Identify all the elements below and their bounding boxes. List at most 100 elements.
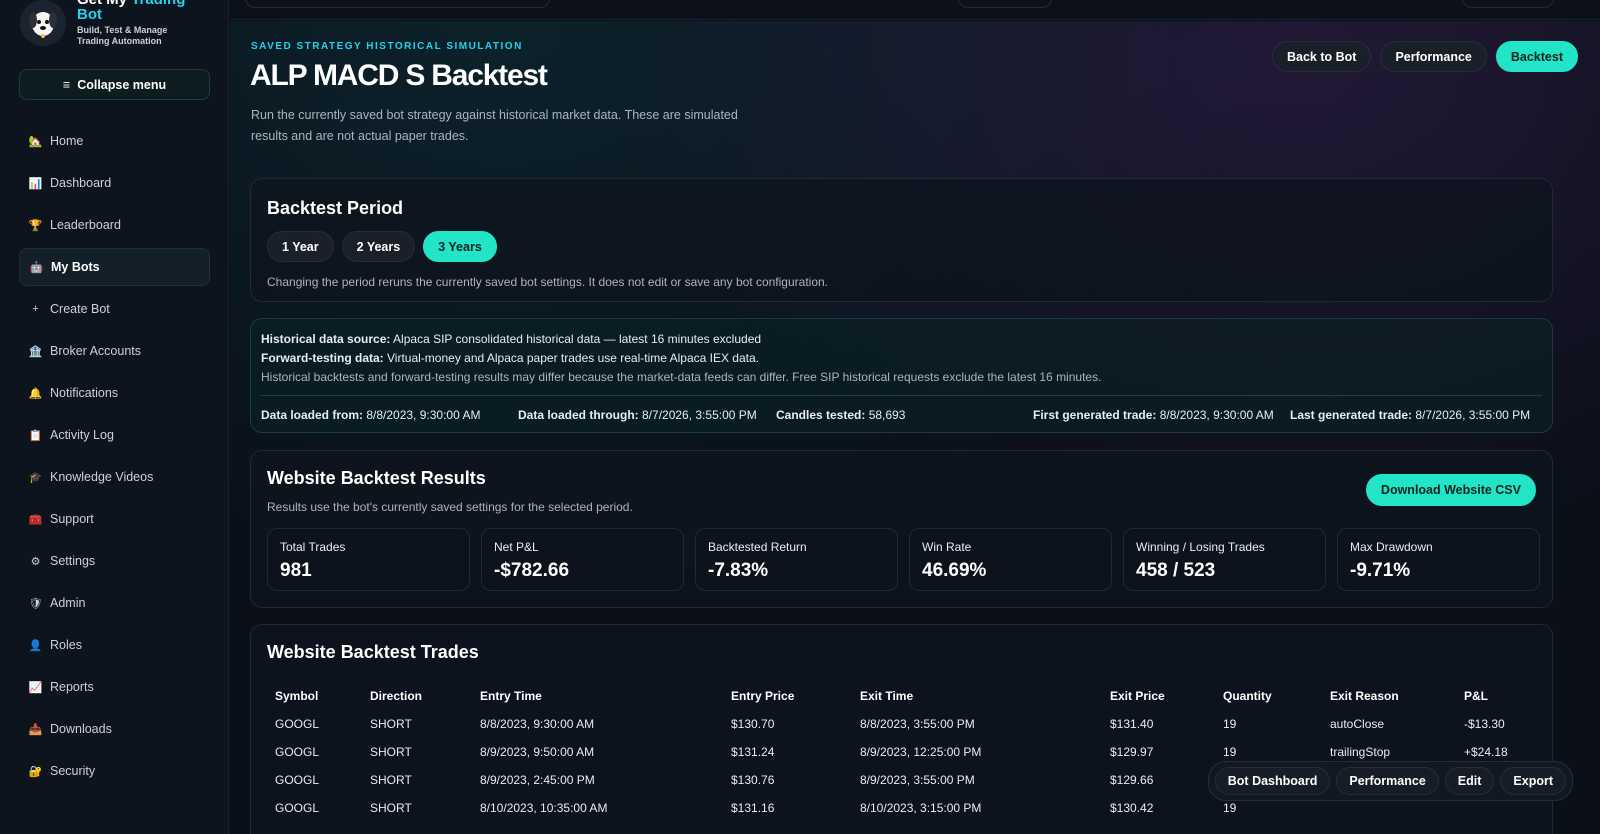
collapse-menu-button[interactable]: ≡ Collapse menu bbox=[19, 69, 210, 100]
sidebar-item-security[interactable]: 🔐 Security bbox=[19, 752, 210, 790]
download-tray-icon: 📥 bbox=[28, 723, 43, 736]
results-title: Website Backtest Results bbox=[267, 468, 486, 488]
column-header: Entry Time bbox=[480, 688, 542, 703]
results-subtitle: Results use the bot's currently saved se… bbox=[267, 500, 633, 514]
cell-exit-reason: autoClose bbox=[1330, 717, 1385, 731]
backtest-period-card: Backtest Period 1 Year 2 Years 3 Years C… bbox=[250, 178, 1553, 302]
last-generated-trade: Last generated trade: 8/7/2026, 3:55:00 … bbox=[1290, 408, 1531, 422]
cell-exit-time: 8/8/2023, 3:55:00 PM bbox=[860, 717, 975, 731]
toolbox-icon: 🧰 bbox=[28, 513, 43, 526]
sidebar-item-support[interactable]: 🧰 Support bbox=[19, 500, 210, 538]
cell-exit-price: $130.42 bbox=[1110, 801, 1154, 815]
shield-icon: 🛡 bbox=[28, 597, 43, 610]
sidebar-item-roles[interactable]: 👤 Roles bbox=[19, 626, 210, 664]
first-generated-trade: First generated trade: 8/8/2023, 9:30:00… bbox=[1033, 408, 1274, 422]
cell-entry-price: $131.16 bbox=[731, 801, 775, 815]
stats-row: Total Trades 981 Net P&L -$782.66 Backte… bbox=[267, 528, 1540, 591]
historical-source-line: Historical data source: Alpaca SIP conso… bbox=[261, 332, 762, 346]
page-eyebrow: SAVED STRATEGY HISTORICAL SIMULATION bbox=[251, 41, 523, 52]
dog-logo-icon bbox=[20, 0, 66, 46]
cell-symbol: GOOGL bbox=[275, 717, 320, 731]
period-title: Backtest Period bbox=[267, 198, 404, 218]
backtest-trades-card: Website Backtest Trades Symbol Direction… bbox=[250, 624, 1553, 834]
sidebar-item-leaderboard[interactable]: 🏆 Leaderboard bbox=[19, 206, 210, 244]
period-note: Changing the period reruns the currently… bbox=[267, 275, 829, 289]
edit-button[interactable]: Edit bbox=[1444, 767, 1495, 795]
sidebar-item-create-bot[interactable]: + Create Bot bbox=[19, 290, 210, 328]
brand-tagline: Build, Test & Manage Trading Automation bbox=[77, 25, 168, 46]
period-2-years-button[interactable]: 2 Years bbox=[341, 231, 416, 262]
period-1-year-button[interactable]: 1 Year bbox=[267, 231, 334, 262]
sidebar-item-knowledge-videos[interactable]: 🎓 Knowledge Videos bbox=[19, 458, 210, 496]
export-button[interactable]: Export bbox=[1500, 767, 1566, 795]
sidebar-item-dashboard[interactable]: 📊 Dashboard bbox=[19, 164, 210, 202]
back-to-bot-button[interactable]: Back to Bot bbox=[1271, 41, 1372, 72]
robot-icon: 🤖 bbox=[29, 261, 44, 274]
cell-exit-time: 8/10/2023, 3:15:00 PM bbox=[860, 801, 982, 815]
sidebar-item-activity-log[interactable]: 📋 Activity Log bbox=[19, 416, 210, 454]
hamburger-icon: ≡ bbox=[62, 77, 71, 92]
column-header: Quantity bbox=[1223, 688, 1272, 703]
data-source-card: Historical data source: Alpaca SIP conso… bbox=[250, 318, 1553, 433]
bot-dashboard-button[interactable]: Bot Dashboard bbox=[1214, 767, 1331, 795]
cell-entry-price: $130.76 bbox=[731, 773, 775, 787]
column-header: Exit Price bbox=[1110, 688, 1165, 703]
stat-net-pnl: Net P&L -$782.66 bbox=[481, 528, 684, 591]
column-header: Entry Price bbox=[731, 688, 795, 703]
line-chart-icon: 📈 bbox=[28, 681, 43, 694]
cell-direction: SHORT bbox=[370, 801, 412, 815]
forward-testing-line: Forward-testing data: Virtual-money and … bbox=[261, 351, 759, 365]
period-tabs: 1 Year 2 Years 3 Years bbox=[267, 231, 497, 262]
cell-entry-price: $130.70 bbox=[731, 717, 775, 731]
main-content: SAVED STRATEGY HISTORICAL SIMULATION ALP… bbox=[230, 21, 1600, 834]
sidebar-item-notifications[interactable]: 🔔 Notifications bbox=[19, 374, 210, 412]
performance-button[interactable]: Performance bbox=[1380, 41, 1487, 72]
cell-quantity: 19 bbox=[1223, 717, 1237, 731]
sidebar-item-broker-accounts[interactable]: 🏦 Broker Accounts bbox=[19, 332, 210, 370]
top-control[interactable] bbox=[958, 0, 1052, 8]
stat-max-drawdown: Max Drawdown -9.71% bbox=[1337, 528, 1540, 591]
sidebar-item-downloads[interactable]: 📥 Downloads bbox=[19, 710, 210, 748]
table-header-row: Symbol Direction Entry Time Entry Price … bbox=[267, 681, 1546, 710]
person-icon: 👤 bbox=[28, 639, 43, 652]
column-header: Exit Reason bbox=[1330, 688, 1399, 703]
cell-direction: SHORT bbox=[370, 745, 412, 759]
backtest-button[interactable]: Backtest bbox=[1495, 41, 1578, 72]
floating-performance-button[interactable]: Performance bbox=[1336, 767, 1439, 795]
stat-total-trades: Total Trades 981 bbox=[267, 528, 470, 591]
cell-direction: SHORT bbox=[370, 717, 412, 731]
cell-exit-time: 8/9/2023, 3:55:00 PM bbox=[860, 773, 975, 787]
user-menu[interactable] bbox=[1462, 0, 1554, 8]
sidebar: Get My Trading Bot Build, Test & Manage … bbox=[0, 0, 229, 834]
plus-icon: + bbox=[32, 303, 39, 315]
cell-exit-price: $129.66 bbox=[1110, 773, 1154, 787]
sidebar-item-admin[interactable]: 🛡 Admin bbox=[19, 584, 210, 622]
brand[interactable]: Get My Trading Bot Build, Test & Manage … bbox=[20, 0, 185, 47]
sidebar-item-my-bots[interactable]: 🤖 My Bots bbox=[19, 248, 210, 286]
clipboard-icon: 📋 bbox=[28, 429, 43, 442]
sidebar-item-settings[interactable]: ⚙ Settings bbox=[19, 542, 210, 580]
page-description: Run the currently saved bot strategy aga… bbox=[251, 108, 738, 143]
period-3-years-button[interactable]: 3 Years bbox=[423, 231, 497, 262]
cell-exit-price: $131.40 bbox=[1110, 717, 1154, 731]
stat-winning-losing-trades: Winning / Losing Trades 458 / 523 bbox=[1123, 528, 1326, 591]
cell-entry-time: 8/9/2023, 2:45:00 PM bbox=[480, 773, 595, 787]
sidebar-item-reports[interactable]: 📈 Reports bbox=[19, 668, 210, 706]
gear-icon: ⚙ bbox=[30, 555, 41, 568]
lock-icon: 🔐 bbox=[28, 765, 43, 778]
download-csv-button[interactable]: Download Website CSV bbox=[1365, 474, 1536, 506]
cell-direction: SHORT bbox=[370, 773, 412, 787]
brand-name: Get My Trading Bot bbox=[77, 0, 185, 23]
data-loaded-through: Data loaded through: 8/7/2026, 3:55:00 P… bbox=[518, 408, 757, 422]
cell-entry-time: 8/10/2023, 10:35:00 AM bbox=[480, 801, 608, 815]
cell-entry-time: 8/9/2023, 9:50:00 AM bbox=[480, 745, 595, 759]
trades-title: Website Backtest Trades bbox=[267, 642, 479, 662]
sidebar-item-home[interactable]: 🏡 Home bbox=[19, 122, 210, 160]
bank-icon: 🏦 bbox=[28, 345, 43, 358]
source-note: Historical backtests and forward-testing… bbox=[261, 370, 1102, 384]
header-actions: Back to Bot Performance Backtest bbox=[1271, 41, 1578, 72]
top-search-field[interactable] bbox=[245, 0, 550, 8]
column-header: P&L bbox=[1464, 688, 1488, 703]
divider bbox=[261, 395, 1542, 396]
floating-action-bar: Bot Dashboard Performance Edit Export bbox=[1207, 761, 1573, 801]
